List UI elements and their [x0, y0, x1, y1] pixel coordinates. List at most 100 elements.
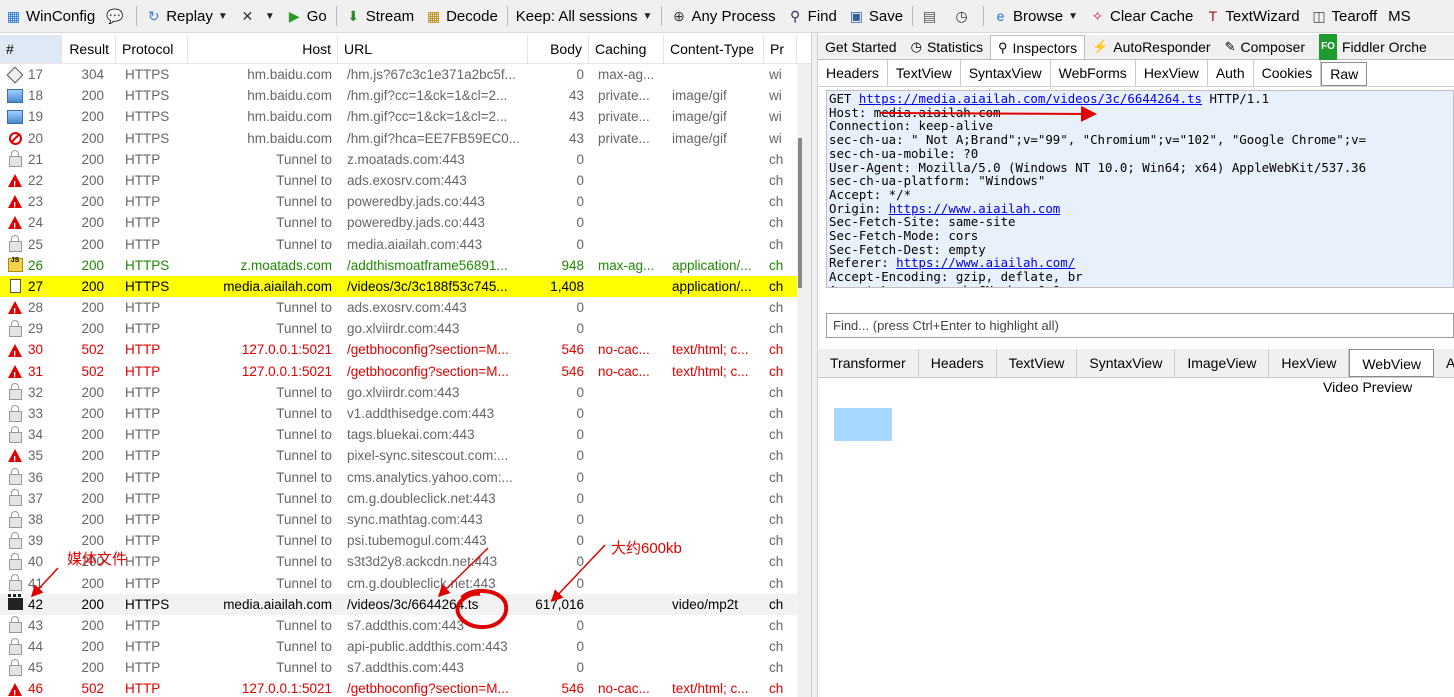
browse-button[interactable]: e Browse ▼: [987, 2, 1084, 30]
dropdown-arrow-icon[interactable]: ▼: [643, 11, 653, 22]
response-tab-au[interactable]: Au: [1434, 349, 1454, 377]
session-caching-cell: private...: [598, 130, 650, 146]
session-row[interactable]: 46 502 HTTP 127.0.0.1:5021/getbhoconfig?sec…: [0, 678, 797, 697]
request-tab-textview[interactable]: TextView: [888, 60, 961, 86]
session-row[interactable]: 25 200 HTTP Tunnel to media.aiailah.com:443 0…: [0, 234, 797, 255]
response-tab-imageview[interactable]: ImageView: [1175, 349, 1270, 377]
column-header-caching[interactable]: Caching: [589, 35, 664, 63]
session-row[interactable]: 37 200 HTTP Tunnel to cm.g.doubleclick.net:4…: [0, 488, 797, 509]
request-tab-hexview[interactable]: HexView: [1136, 60, 1208, 86]
session-row[interactable]: 28 200 HTTP Tunnel to ads.exosrv.com:443 0 ch: [0, 297, 797, 318]
session-row[interactable]: JS 26 200 HTTPS z.moatads.com/addthismoatfra…: [0, 255, 797, 276]
session-row[interactable]: 20 200 HTTPS hm.baidu.com/hm.gif?hca=EE7FB5…: [0, 128, 797, 149]
tab-inspectors[interactable]: ⚲ Inspectors: [989, 35, 1086, 59]
session-row[interactable]: 24 200 HTTP Tunnel to poweredby.jads.co:443 0…: [0, 212, 797, 234]
session-row[interactable]: 45 200 HTTP Tunnel to s7.addthis.com:443 0 ch: [0, 657, 797, 678]
any-process-button[interactable]: ⊕ Any Process: [665, 2, 781, 30]
session-row[interactable]: 44 200 HTTP Tunnel to api-public.addthis.com…: [0, 636, 797, 657]
find-button[interactable]: ⚲ Find: [782, 2, 843, 30]
video-preview-player[interactable]: [834, 408, 892, 441]
tab-fiddler-orche[interactable]: FO Fiddler Orche: [1312, 34, 1434, 60]
session-row[interactable]: 30 502 HTTP 127.0.0.1:5021/getbhoconfig?sec…: [0, 339, 797, 361]
request-tab-raw[interactable]: Raw: [1321, 62, 1368, 86]
toolbar-label: Stream: [365, 7, 415, 25]
raw-request-view[interactable]: GET https://media.aiailah.com/videos/3c/…: [826, 90, 1454, 288]
column-header-host[interactable]: Host: [188, 35, 338, 63]
session-result-cell: 200: [81, 215, 104, 231]
session-row[interactable]: 22 200 HTTP Tunnel to ads.exosrv.com:443 0 ch: [0, 170, 797, 191]
session-row[interactable]: 19 200 HTTPS hm.baidu.com/hm.gif?cc=1&ck=1&…: [0, 106, 797, 127]
session-row[interactable]: 34 200 HTTP Tunnel to tags.bluekai.com:443 0 c…: [0, 424, 797, 445]
keep-all-sessions-button[interactable]: Keep: All sessions ▼: [511, 2, 659, 30]
session-row[interactable]: 41 200 HTTP Tunnel to cm.g.doubleclick.net:4…: [0, 573, 797, 594]
timer-button[interactable]: ◷: [948, 2, 980, 30]
dropdown-arrow-icon[interactable]: ▼: [1068, 11, 1078, 22]
response-tab-webview[interactable]: WebView: [1349, 349, 1434, 377]
session-row[interactable]: 32 200 HTTP Tunnel to go.xlviirdr.com:443 0 ch: [0, 382, 797, 403]
session-scrollbar-thumb[interactable]: [798, 138, 802, 288]
decode-button[interactable]: ▦ Decode: [420, 2, 504, 30]
session-process-cell: ch: [769, 660, 784, 676]
response-tab-syntaxview[interactable]: SyntaxView: [1077, 349, 1176, 377]
winconfig-button[interactable]: ▦ WinConfig: [0, 2, 101, 30]
stream-button[interactable]: ⬇ Stream: [340, 2, 420, 30]
request-tab-auth[interactable]: Auth: [1208, 60, 1254, 86]
session-row[interactable]: 38 200 HTTP Tunnel to sync.mathtag.com:443 0 c…: [0, 509, 797, 530]
request-tab-webforms[interactable]: WebForms: [1051, 60, 1136, 86]
session-row[interactable]: 31 502 HTTP 127.0.0.1:5021/getbhoconfig?sec…: [0, 361, 797, 382]
ms-button[interactable]: MS: [1383, 2, 1417, 30]
session-number-cell: 20: [0, 128, 62, 149]
find-input[interactable]: Find... (press Ctrl+Enter to highlight a…: [826, 313, 1454, 338]
session-caching-cell: [589, 212, 664, 233]
session-row[interactable]: 29 200 HTTP Tunnel to go.xlviirdr.com:443 0 ch: [0, 318, 797, 339]
session-row[interactable]: 18 200 HTTPS hm.baidu.com/hm.gif?cc=1&ck=1&…: [0, 85, 797, 106]
tab-autoresponder[interactable]: ⚡ AutoResponder: [1085, 35, 1217, 59]
column-header-protocol[interactable]: Protocol: [116, 35, 188, 63]
session-row[interactable]: 35 200 HTTP Tunnel to pixel-sync.sitescout.c…: [0, 445, 797, 467]
session-caching-cell: private...: [598, 109, 650, 125]
session-row[interactable]: 42 200 HTTPS media.aiailah.com/videos/3c/66…: [0, 593, 797, 615]
response-tab-headers[interactable]: Headers: [919, 349, 997, 377]
pane-splitter[interactable]: [811, 33, 818, 697]
column-header-content-type[interactable]: Content-Type: [664, 35, 764, 63]
session-row[interactable]: 36 200 HTTP Tunnel to cms.analytics.yahoo.co…: [0, 467, 797, 488]
session-row[interactable]: 43 200 HTTP Tunnel to s7.addthis.com:443 0 ch: [0, 615, 797, 636]
go-button[interactable]: ▶ Go: [281, 2, 333, 30]
session-row[interactable]: 27 200 HTTPS media.aiailah.com/videos/3c/3c…: [0, 275, 797, 298]
session-protocol-cell: HTTP: [125, 321, 161, 337]
session-row[interactable]: 21 200 HTTP Tunnel to z.moatads.com:443 0 ch: [0, 149, 797, 170]
column-header-pr[interactable]: Pr: [764, 35, 797, 63]
column-header-url[interactable]: URL: [338, 35, 528, 63]
session-content-type-cell: [664, 573, 764, 594]
save-button[interactable]: ▣ Save: [843, 2, 909, 30]
request-tab-headers[interactable]: Headers: [818, 60, 888, 86]
snapshot-button[interactable]: ▤: [916, 2, 948, 30]
response-tab-transformer[interactable]: Transformer: [818, 349, 919, 377]
column-header-result[interactable]: Result: [62, 35, 116, 63]
comment-button[interactable]: 💬: [101, 2, 133, 30]
session-result-cell: 200: [81, 300, 104, 316]
session-content-type-cell: image/gif: [672, 130, 727, 146]
remove-button[interactable]: ✕ ▼: [234, 2, 281, 30]
column-header-body[interactable]: Body: [528, 35, 589, 63]
replay-button[interactable]: ↻ Replay ▼: [140, 2, 234, 30]
tab-statistics[interactable]: ◷ Statistics: [904, 35, 990, 59]
textwizard-button[interactable]: T TextWizard: [1199, 2, 1305, 30]
session-protocol-cell: HTTP: [125, 342, 161, 358]
response-tab-textview[interactable]: TextView: [997, 349, 1078, 377]
clear-cache-button[interactable]: ✧ Clear Cache: [1084, 2, 1199, 30]
column-header-number[interactable]: #: [0, 35, 62, 63]
tab-composer[interactable]: ✎ Composer: [1218, 35, 1313, 59]
request-tab-cookies[interactable]: Cookies: [1254, 60, 1322, 86]
session-row[interactable]: 23 200 HTTP Tunnel to poweredby.jads.co:443 0…: [0, 191, 797, 212]
session-host-cell: media.aiailah.com: [223, 596, 332, 612]
response-tab-hexview[interactable]: HexView: [1269, 349, 1350, 377]
session-url-cell: go.xlviirdr.com:443: [347, 321, 460, 337]
session-row[interactable]: 33 200 HTTP Tunnel to v1.addthisedge.com:443…: [0, 403, 797, 424]
session-row[interactable]: 17 304 HTTPS hm.baidu.com/hm.js?67c3c1e371a…: [0, 64, 797, 85]
dropdown-arrow-icon[interactable]: ▼: [218, 11, 228, 22]
tab-get-started[interactable]: Get Started: [818, 35, 904, 59]
request-tab-syntaxview[interactable]: SyntaxView: [961, 60, 1051, 86]
tearoff-button[interactable]: ◫ Tearoff: [1306, 2, 1384, 30]
dropdown-arrow-icon[interactable]: ▼: [265, 11, 275, 22]
